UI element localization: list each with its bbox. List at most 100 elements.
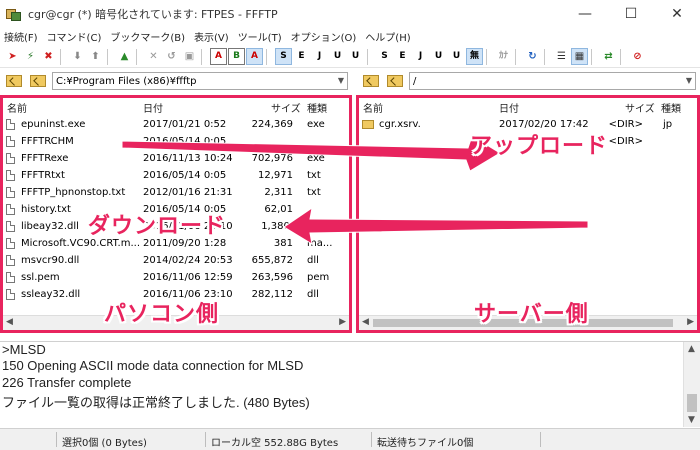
download-label: ダウンロード: [88, 214, 227, 239]
kanji-utf8-button[interactable]: U: [347, 48, 364, 65]
folder-open-icon[interactable]: [387, 75, 403, 87]
file-name: cgr.xsrv.: [379, 119, 421, 130]
file-name: FFFTRexe: [21, 153, 69, 164]
menu-options[interactable]: オプション(O): [291, 29, 357, 44]
scroll-right-icon[interactable]: ▶: [687, 317, 694, 327]
remote-kanji-none-button[interactable]: 無: [466, 48, 483, 65]
status-local-free: ローカル空 552.88G Bytes: [211, 438, 339, 449]
local-path-text: C:¥Program Files (x86)¥ffftp: [56, 75, 197, 87]
column-header-date[interactable]: 日付: [143, 100, 163, 115]
column-header-type[interactable]: 種類: [661, 100, 681, 115]
file-type: exe: [307, 119, 325, 130]
stop-icon[interactable]: ⊘: [629, 48, 646, 65]
log-panel[interactable]: >MLSD 150 Opening ASCII mode data connec…: [0, 341, 700, 427]
log-line: 226 Transfer complete: [2, 375, 132, 390]
remote-kanji-jis-button[interactable]: J: [412, 48, 429, 65]
kanji-euc-button[interactable]: E: [293, 48, 310, 65]
kanji-jis-button[interactable]: J: [311, 48, 328, 65]
folder-open-icon[interactable]: [30, 75, 46, 87]
column-header-type[interactable]: 種類: [307, 100, 327, 115]
connect-icon[interactable]: ➤: [4, 48, 21, 65]
menu-view[interactable]: 表示(V): [194, 29, 229, 44]
column-header-size[interactable]: サイズ: [625, 100, 655, 115]
menu-connect[interactable]: 接続(F): [4, 29, 38, 44]
file-name: FFFTRtxt: [21, 170, 65, 181]
scroll-up-icon[interactable]: ▲: [688, 344, 695, 354]
mirror-upload-icon[interactable]: ▲: [116, 48, 133, 65]
rename-icon[interactable]: ↺: [163, 48, 180, 65]
title-bar: cgr@cgr (*) 暗号化されています: FTPES - FFFTP — ☐…: [0, 0, 700, 28]
toolbar: ➤ ⚡ ✖ ⬇ ⬆ ▲ ✕ ↺ ▣ A B A S E J U U S E J …: [0, 46, 700, 68]
remote-path-bar: / ▼: [357, 71, 700, 91]
column-header-name[interactable]: 名前: [7, 100, 27, 115]
kana-convert-button[interactable]: ｶﾅ: [495, 48, 512, 65]
table-row[interactable]: FFFTRexe 2016/11/13 10:24 702,976 exe: [3, 151, 349, 168]
file-icon: [6, 289, 15, 300]
refresh-icon[interactable]: ↻: [524, 48, 541, 65]
scroll-down-icon[interactable]: ▼: [688, 415, 695, 425]
column-header-name[interactable]: 名前: [363, 100, 383, 115]
close-icon[interactable]: ✕: [654, 0, 700, 28]
menu-bookmark[interactable]: ブックマーク(B): [110, 29, 185, 44]
log-vertical-scrollbar[interactable]: ▲ ▼: [683, 342, 700, 427]
toolbar-separator: [367, 48, 373, 65]
remote-path-input[interactable]: / ▼: [409, 72, 696, 90]
scrollbar-thumb[interactable]: [687, 394, 697, 412]
remote-kanji-utf8n-button[interactable]: U: [430, 48, 447, 65]
quick-connect-icon[interactable]: ⚡: [22, 48, 39, 65]
menu-tools[interactable]: ツール(T): [238, 29, 282, 44]
file-icon: [6, 255, 15, 266]
column-header-date[interactable]: 日付: [499, 100, 519, 115]
file-date: 2016/05/14 0:05: [143, 136, 227, 147]
scroll-right-icon[interactable]: ▶: [339, 317, 346, 327]
folder-up-icon[interactable]: [6, 75, 22, 87]
file-type: dll: [307, 289, 319, 300]
column-header-size[interactable]: サイズ: [271, 100, 301, 115]
table-row[interactable]: FFFTP_hpnonstop.txt 2012/01/16 21:31 2,311…: [3, 185, 349, 202]
file-size: 12,971: [258, 170, 293, 181]
table-row[interactable]: msvcr90.dll 2014/02/24 20:53 655,872 dll: [3, 253, 349, 270]
minimize-icon[interactable]: —: [562, 0, 608, 28]
file-name: epuninst.exe: [21, 119, 86, 130]
remote-kanji-sjis-button[interactable]: S: [376, 48, 393, 65]
chevron-down-icon[interactable]: ▼: [338, 76, 344, 85]
table-row[interactable]: epuninst.exe 2017/01/21 0:52 224,369 exe: [3, 117, 349, 134]
remote-kanji-euc-button[interactable]: E: [394, 48, 411, 65]
mkdir-icon[interactable]: ▣: [181, 48, 198, 65]
chevron-down-icon[interactable]: ▼: [686, 76, 692, 85]
status-divider: [205, 432, 206, 447]
binary-mode-button[interactable]: B: [228, 48, 245, 65]
table-row[interactable]: FFFTRCHM 2016/05/14 0:05: [3, 134, 349, 151]
file-size: 62,01: [264, 204, 293, 215]
table-row[interactable]: FFFTRtxt 2016/05/14 0:05 12,971 txt: [3, 168, 349, 185]
file-size: 2,311: [264, 187, 293, 198]
kanji-sjis-button[interactable]: S: [275, 48, 292, 65]
maximize-icon[interactable]: ☐: [608, 0, 654, 28]
remote-kanji-utf8-button[interactable]: U: [448, 48, 465, 65]
list-view-icon[interactable]: ☰: [553, 48, 570, 65]
toolbar-separator: [266, 48, 272, 65]
scroll-left-icon[interactable]: ◀: [6, 317, 13, 327]
folder-up-icon[interactable]: [363, 75, 379, 87]
log-line: >MLSD: [2, 342, 46, 357]
download-arrow-icon[interactable]: ⬇: [69, 48, 86, 65]
file-type: pem: [307, 272, 330, 283]
file-icon: [6, 204, 15, 215]
menu-command[interactable]: コマンド(C): [47, 29, 102, 44]
delete-icon[interactable]: ✕: [145, 48, 162, 65]
upload-arrow-icon[interactable]: ⬆: [87, 48, 104, 65]
table-row[interactable]: ssl.pem 2016/11/06 12:59 263,596 pem: [3, 270, 349, 287]
disconnect-icon[interactable]: ✖: [40, 48, 57, 65]
toolbar-separator: [515, 48, 521, 65]
file-icon: [6, 187, 15, 198]
local-path-input[interactable]: C:¥Program Files (x86)¥ffftp ▼: [52, 72, 348, 90]
log-line: ファイル一覧の取得は正常終了しました. (480 Bytes): [2, 395, 310, 410]
detail-view-icon[interactable]: ▦: [571, 48, 588, 65]
sync-folder-icon[interactable]: ⇄: [600, 48, 617, 65]
kanji-utf8n-button[interactable]: U: [329, 48, 346, 65]
file-icon: [6, 238, 15, 249]
ascii-mode-button[interactable]: A: [210, 48, 227, 65]
auto-mode-button[interactable]: A: [246, 48, 263, 65]
menu-help[interactable]: ヘルプ(H): [365, 29, 410, 44]
scroll-left-icon[interactable]: ◀: [362, 317, 369, 327]
